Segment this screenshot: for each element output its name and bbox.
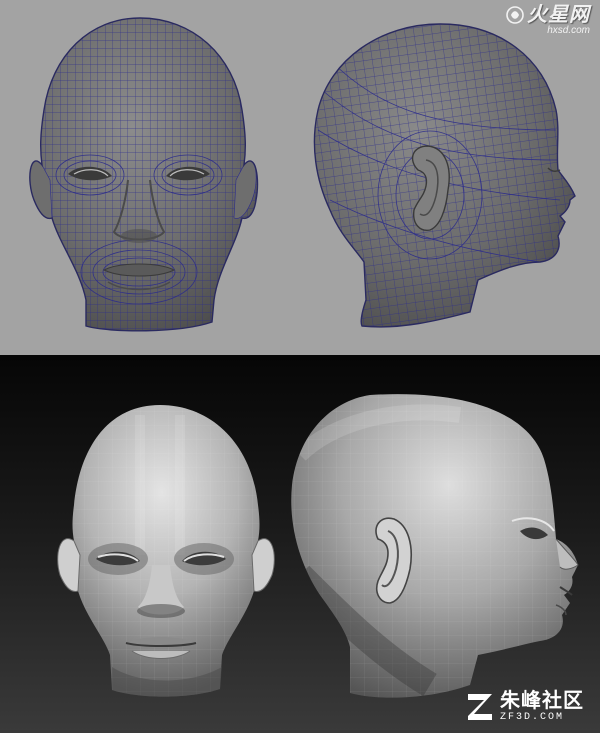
sculpt-panel: 朱峰社区 ZF3D.COM xyxy=(0,355,600,733)
wireframe-renders xyxy=(29,17,576,332)
zf3d-watermark-url: ZF3D.COM xyxy=(500,712,565,723)
zf3d-watermark-name: 朱峰社区 xyxy=(500,688,584,712)
hxsd-logo-icon xyxy=(506,6,524,24)
wireframe-side-view xyxy=(313,23,576,328)
hxsd-watermark-name: 火星网 xyxy=(527,2,590,26)
wireframe-panel: 火星网 hxsd.com xyxy=(0,0,600,355)
sculpt-side-view xyxy=(291,394,579,698)
zf3d-watermark: 朱峰社区 ZF3D.COM xyxy=(468,688,584,723)
hxsd-watermark-url: hxsd.com xyxy=(547,25,590,36)
hxsd-watermark: 火星网 hxsd.com xyxy=(506,2,590,36)
sculpt-front-view xyxy=(57,405,275,697)
sculpt-renders xyxy=(57,394,579,698)
zf3d-logo-icon xyxy=(468,694,492,720)
wireframe-front-view xyxy=(29,17,259,332)
